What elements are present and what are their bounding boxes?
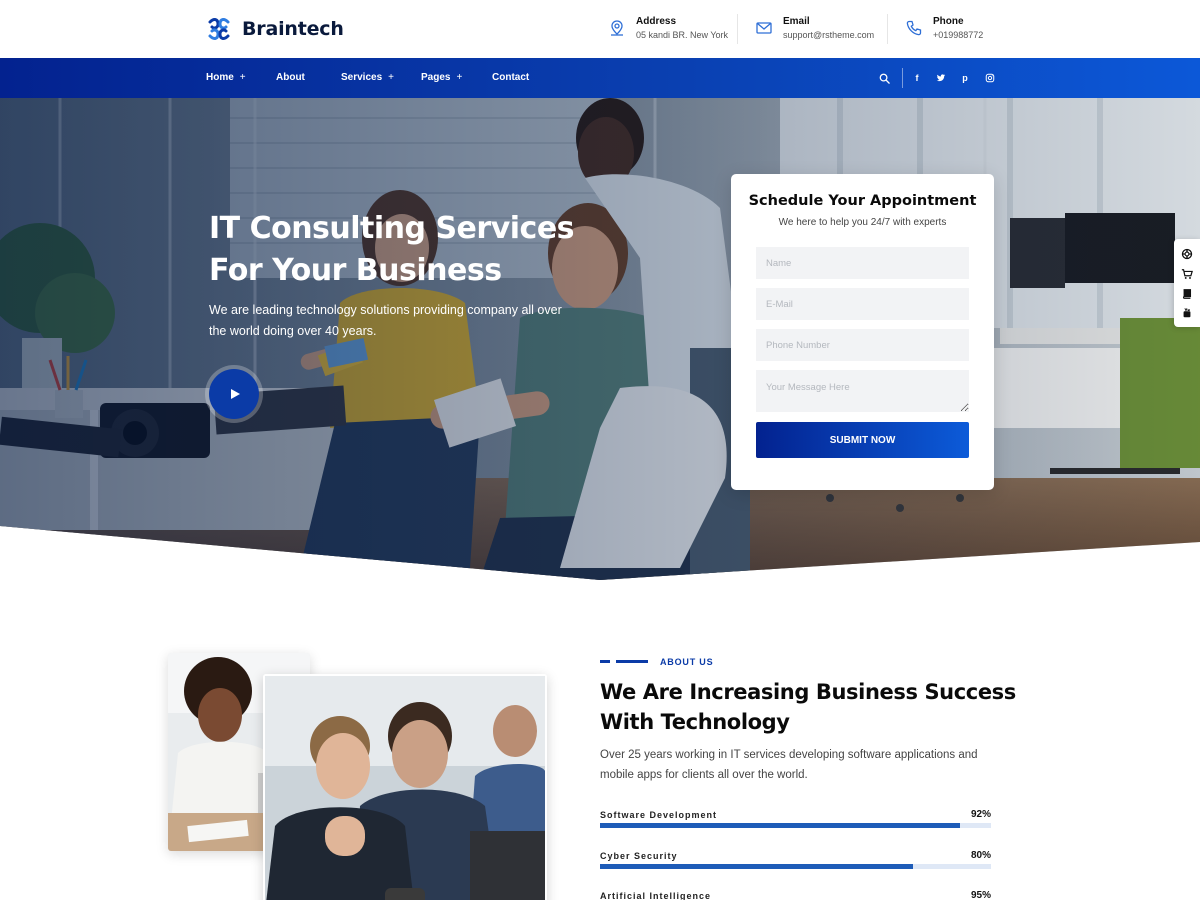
video-play-button[interactable] <box>209 369 259 419</box>
message-field[interactable] <box>756 370 969 412</box>
hero-title-line2: For Your Business <box>209 253 502 288</box>
appointment-subtitle: We here to help you 24/7 with experts <box>778 217 947 228</box>
pinterest-icon[interactable]: p <box>958 71 972 85</box>
nav-item-label: Contact <box>492 72 530 83</box>
main-nav: Home + About Services + Pages + Contact f p <box>0 58 1200 98</box>
skill-label: Software Development <box>600 810 718 820</box>
contact-phone: Phone +019988772 <box>905 16 983 41</box>
submit-button[interactable]: Submit Now <box>756 422 969 458</box>
lifebuoy-icon[interactable] <box>1180 247 1194 261</box>
appointment-form: Schedule Your Appointment We here to hel… <box>731 174 994 490</box>
submenu-plus-icon: + <box>239 72 246 83</box>
nav-item-services[interactable]: Services + <box>341 58 394 98</box>
contact-address: Address 05 kandi BR. New York <box>608 16 728 41</box>
side-toolbar <box>1174 239 1200 327</box>
hero-office-photo <box>0 98 1200 580</box>
skill-track <box>600 864 991 869</box>
nav-item-contact[interactable]: Contact <box>492 58 529 98</box>
nav-item-label: Services <box>341 72 383 83</box>
address-title: Address <box>636 16 677 27</box>
submenu-plus-icon: + <box>388 72 394 83</box>
about-photo-team <box>263 674 547 900</box>
submenu-plus-icon: + <box>456 72 463 83</box>
address-value: 05 kandi BR. New York <box>636 30 729 40</box>
header-divider <box>737 14 738 44</box>
hero-title: IT Consulting Services For Your Business <box>209 208 629 292</box>
hero-title-line1: IT Consulting Services <box>209 211 575 246</box>
youtube-icon[interactable] <box>1180 306 1194 320</box>
book-icon[interactable] <box>1180 287 1194 301</box>
nav-item-label: Home <box>206 72 234 83</box>
hero-section: IT Consulting Services For Your Business… <box>0 98 1200 580</box>
contact-email: Email support@rstheme.com <box>755 16 874 41</box>
email-title: Email <box>783 16 810 27</box>
hero-description: We are leading technology solutions prov… <box>209 303 562 338</box>
email-field[interactable] <box>756 288 969 320</box>
name-field[interactable] <box>756 247 969 279</box>
brand-logo[interactable]: Braintech <box>206 16 344 42</box>
about-description: Over 25 years working in IT services dev… <box>600 749 978 781</box>
skill-track <box>600 823 991 828</box>
nav-item-label: Pages <box>421 72 451 83</box>
about-title-line2: With Technology <box>600 710 790 734</box>
skill-percent: 92% <box>970 809 991 820</box>
twitter-icon[interactable] <box>934 71 948 85</box>
nav-divider <box>902 68 903 88</box>
braintech-logo-icon <box>208 18 230 40</box>
header-divider <box>887 14 888 44</box>
nav-item-pages[interactable]: Pages + <box>421 58 462 98</box>
skill-percent: 95% <box>970 890 991 900</box>
about-subtitle: ABOUT US <box>660 657 714 667</box>
phone-field[interactable] <box>756 329 969 361</box>
about-title-line1: We Are Increasing Business Success <box>600 680 1016 704</box>
appointment-title: Schedule Your Appointment <box>748 193 977 209</box>
skill-fill <box>600 864 913 869</box>
nav-item-label: About <box>276 72 305 83</box>
cart-icon[interactable] <box>1180 267 1194 281</box>
subtitle-decoration <box>600 660 648 663</box>
nav-item-about[interactable]: About <box>276 58 305 98</box>
nav-item-home[interactable]: Home + <box>206 58 246 98</box>
phone-title: Phone <box>933 16 964 27</box>
skill-percent: 80% <box>970 850 991 861</box>
skill-fill <box>600 823 960 828</box>
email-icon <box>756 22 772 34</box>
location-icon <box>611 20 623 36</box>
skill-label: Artificial Intelligence <box>600 891 712 900</box>
phone-value[interactable]: +019988772 <box>933 29 983 41</box>
phone-icon <box>906 20 922 36</box>
facebook-icon[interactable]: f <box>910 71 924 85</box>
top-header: Braintech Address 05 kandi BR. New York … <box>0 0 1200 58</box>
email-value[interactable]: support@rstheme.com <box>783 29 874 41</box>
play-icon <box>231 389 240 399</box>
brand-name: Braintech <box>242 18 344 40</box>
search-icon[interactable] <box>877 71 891 85</box>
skill-label: Cyber Security <box>600 851 678 861</box>
about-title: We Are Increasing Business Success With … <box>600 677 1020 737</box>
instagram-icon[interactable] <box>983 71 997 85</box>
